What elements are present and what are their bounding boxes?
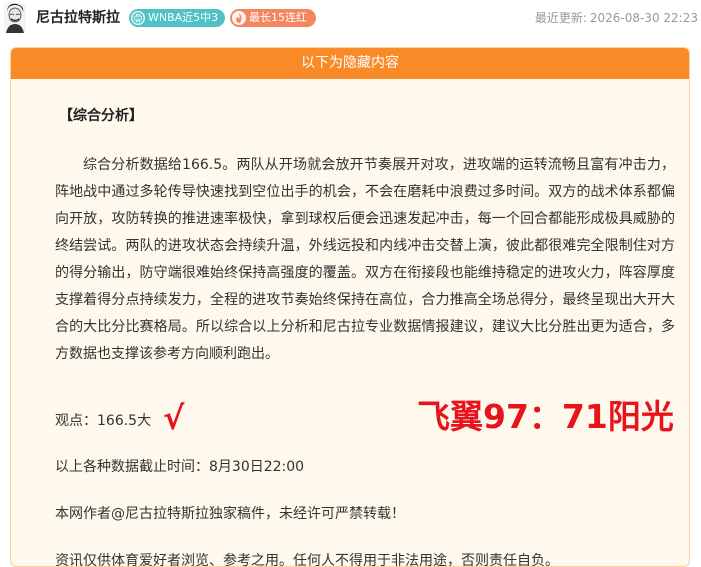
copyright-notice: 本网作者@尼古拉特斯拉独家稿件，未经许可严禁转载！	[55, 506, 405, 522]
last-updated-time: 2026-08-30 22:23	[589, 11, 698, 25]
wnba-record-label: WNBA近5中3	[148, 11, 219, 24]
analysis-paragraph: 综合分析数据给166.5。两队从开场就会放开节奏展开对攻，进攻端的运转流畅且富有…	[55, 157, 675, 362]
basketball-icon	[131, 11, 145, 25]
data-cutoff-time: 以上各种数据截止时间：8月30日22:00	[55, 459, 305, 475]
author-name[interactable]: 尼古拉特斯拉	[36, 9, 120, 27]
streak-label: 最长15连红	[249, 11, 307, 24]
article-header: 尼古拉特斯拉 WNBA近5中3 最长15连红 最近更新: 2026-08-30 2…	[0, 0, 701, 38]
author-avatar[interactable]	[4, 3, 26, 33]
section-title: 【综合分析】	[59, 108, 143, 124]
wnba-record-badge: WNBA近5中3	[129, 9, 225, 27]
last-updated-label: 最近更新:	[534, 11, 587, 25]
hidden-content-card: 以下为隐藏内容 【综合分析】 综合分析数据给166.5。两队从开场就会放开节奏展…	[10, 47, 690, 567]
flame-icon	[232, 11, 246, 25]
check-mark: √	[163, 399, 185, 437]
hidden-content-header: 以下为隐藏内容	[11, 48, 689, 79]
result-score: 飞翼97：71阳光	[417, 397, 674, 436]
last-updated: 最近更新: 2026-08-30 22:23	[535, 10, 698, 26]
disclaimer-notice: 资讯仅供体育爱好者浏览、参考之用。任何人不得用于非法用途，否则责任自负。	[55, 553, 559, 567]
streak-badge: 最长15连红	[230, 9, 316, 27]
opinion-line: 观点：166.5大	[55, 413, 152, 429]
